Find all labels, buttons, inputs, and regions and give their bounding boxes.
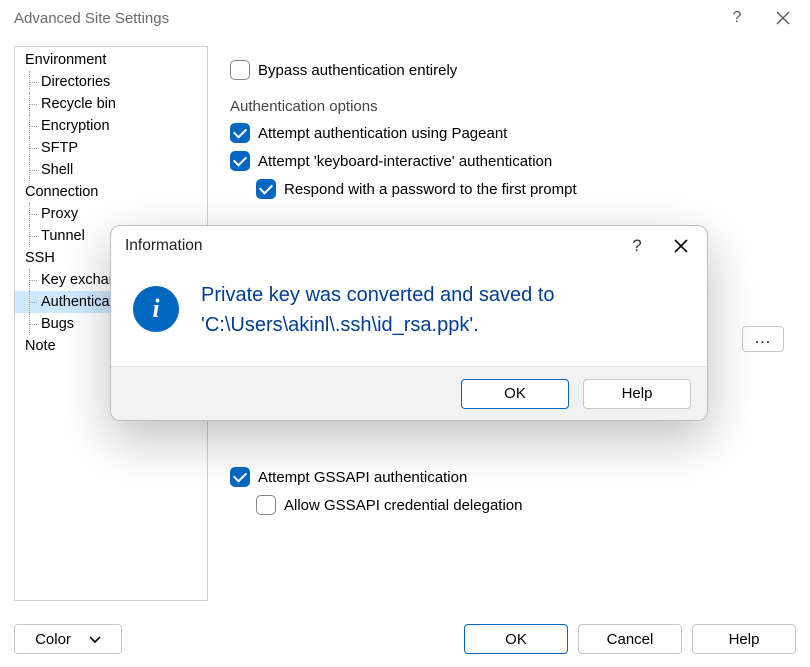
browse-label: ... <box>755 330 771 348</box>
dialog-footer: OK Help <box>111 366 707 420</box>
help-icon[interactable]: ? <box>714 2 760 34</box>
close-icon[interactable] <box>760 2 806 34</box>
dialog-message-line2: 'C:\Users\akinl\.ssh\id_rsa.ppk'. <box>201 310 555 340</box>
window-title: Advanced Site Settings <box>14 10 714 27</box>
checkbox-icon <box>230 123 250 143</box>
help-button[interactable]: Help <box>692 624 796 654</box>
dialog-message: Private key was converted and saved to '… <box>201 280 555 340</box>
cancel-button[interactable]: Cancel <box>578 624 682 654</box>
respond-checkbox[interactable]: Respond with a password to the first pro… <box>256 179 794 199</box>
gssapi-checkbox[interactable]: Attempt GSSAPI authentication <box>230 467 794 487</box>
browse-button[interactable]: ... <box>742 326 784 352</box>
kbi-checkbox[interactable]: Attempt 'keyboard-interactive' authentic… <box>230 151 794 171</box>
bypass-label: Bypass authentication entirely <box>258 62 457 79</box>
information-dialog: Information ? i Private key was converte… <box>110 225 708 421</box>
chevron-down-icon <box>89 631 101 648</box>
tree-proxy[interactable]: Proxy <box>15 203 207 225</box>
dialog-message-line1: Private key was converted and saved to <box>201 280 555 310</box>
tree-shell[interactable]: Shell <box>15 159 207 181</box>
checkbox-icon <box>230 60 250 80</box>
color-label: Color <box>35 631 71 648</box>
checkbox-icon <box>230 151 250 171</box>
kbi-label: Attempt 'keyboard-interactive' authentic… <box>258 153 552 170</box>
respond-label: Respond with a password to the first pro… <box>284 181 577 198</box>
dialog-title: Information <box>125 237 203 255</box>
titlebar: Advanced Site Settings ? <box>0 0 810 36</box>
info-icon: i <box>133 286 179 332</box>
footer: Color OK Cancel Help <box>0 611 810 667</box>
tree-directories[interactable]: Directories <box>15 71 207 93</box>
gssdeleg-checkbox[interactable]: Allow GSSAPI credential delegation <box>256 495 794 515</box>
tree-encryption[interactable]: Encryption <box>15 115 207 137</box>
gssdeleg-label: Allow GSSAPI credential delegation <box>284 497 522 514</box>
tree-recycle[interactable]: Recycle bin <box>15 93 207 115</box>
dialog-ok-button[interactable]: OK <box>461 379 569 409</box>
tree-connection[interactable]: Connection <box>15 181 207 203</box>
dialog-help-button[interactable]: Help <box>583 379 691 409</box>
dialog-titlebar: Information ? <box>111 226 707 266</box>
color-button[interactable]: Color <box>14 624 122 654</box>
pageant-label: Attempt authentication using Pageant <box>258 125 507 142</box>
checkbox-icon <box>256 495 276 515</box>
dialog-help-icon[interactable]: ? <box>615 229 659 263</box>
dialog-body: i Private key was converted and saved to… <box>111 266 707 366</box>
checkbox-icon <box>230 467 250 487</box>
tree-environment[interactable]: Environment <box>15 49 207 71</box>
tree-sftp[interactable]: SFTP <box>15 137 207 159</box>
checkbox-icon <box>256 179 276 199</box>
dialog-close-icon[interactable] <box>659 229 703 263</box>
ok-button[interactable]: OK <box>464 624 568 654</box>
bypass-auth-checkbox[interactable]: Bypass authentication entirely <box>230 60 794 80</box>
pageant-checkbox[interactable]: Attempt authentication using Pageant <box>230 123 794 143</box>
gssapi-label: Attempt GSSAPI authentication <box>258 469 467 486</box>
auth-options-label: Authentication options <box>230 98 794 115</box>
